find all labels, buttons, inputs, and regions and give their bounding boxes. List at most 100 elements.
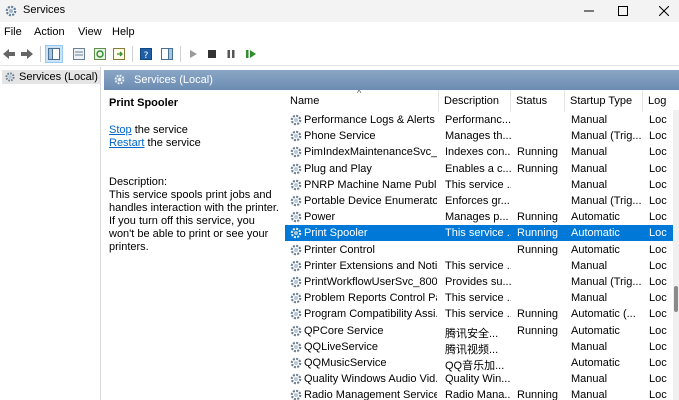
service-status: Running xyxy=(517,243,558,256)
service-description: This service ... xyxy=(445,259,511,272)
service-gear-icon xyxy=(290,163,302,174)
service-gear-icon xyxy=(290,195,302,207)
service-name: Radio Management Service xyxy=(304,389,437,400)
stop-service-button[interactable] xyxy=(203,45,221,63)
stop-service-link[interactable]: Stop xyxy=(109,124,132,136)
menu-action[interactable]: Action xyxy=(34,26,65,38)
service-description: Enables a c... xyxy=(445,162,511,175)
table-row[interactable]: Radio Management Service Radio Mana... Run… xyxy=(285,387,679,400)
close-button[interactable] xyxy=(641,0,679,22)
play-icon xyxy=(190,50,197,58)
table-row[interactable]: Portable Device Enumerator... Enforces gr… xyxy=(285,193,679,209)
restart-service-link[interactable]: Restart xyxy=(109,137,144,149)
table-row[interactable]: PimIndexMaintenanceSvc_... Indexes con...… xyxy=(285,144,679,160)
service-name: Printer Extensions and Notif... xyxy=(304,259,437,272)
help-button[interactable]: ? xyxy=(137,45,155,63)
restart-line: Restart the service xyxy=(109,137,201,149)
service-description: This service ... xyxy=(445,308,511,321)
action-pane-icon xyxy=(161,48,173,60)
refresh-button[interactable] xyxy=(91,45,109,63)
service-description: Performanc... xyxy=(445,114,511,126)
service-startup-type: Manual xyxy=(571,340,608,353)
toolbar-separator xyxy=(40,46,41,62)
properties-icon xyxy=(73,48,85,60)
maximize-button[interactable] xyxy=(600,0,646,22)
table-row[interactable]: PrintWorkflowUserSvc_8003d Provides su...… xyxy=(285,274,679,290)
back-button[interactable] xyxy=(0,45,18,63)
description-text: This service spools print jobs and handl… xyxy=(109,189,279,253)
column-header-log-on-as[interactable]: Log xyxy=(643,90,679,112)
table-row[interactable]: Problem Reports Control Pa... This servic… xyxy=(285,290,679,306)
service-name: QQMusicService xyxy=(304,357,387,369)
start-service-button[interactable] xyxy=(184,45,202,63)
service-startup-type: Manual xyxy=(571,146,608,159)
vertical-scrollbar[interactable] xyxy=(673,110,679,400)
service-name: Phone Service xyxy=(304,130,376,143)
menu-bar: File Action View Help xyxy=(0,24,679,42)
service-startup-type: Manual xyxy=(571,292,608,305)
table-row[interactable]: Program Compatibility Assi... This servic… xyxy=(285,306,679,322)
restart-service-button[interactable] xyxy=(242,45,260,63)
table-row[interactable]: Print Spooler This service ... Running Auto… xyxy=(285,225,679,242)
forward-button[interactable] xyxy=(18,45,36,63)
menu-file[interactable]: File xyxy=(4,26,22,38)
table-row[interactable]: PNRP Machine Name Publi... This service .… xyxy=(285,177,679,193)
service-startup-type: Manual xyxy=(571,389,608,400)
export-list-button[interactable] xyxy=(110,45,128,63)
pause-icon xyxy=(227,50,235,58)
service-startup-type: Automatic xyxy=(571,324,620,337)
service-startup-type: Manual xyxy=(571,178,608,191)
stop-line: Stop the service xyxy=(109,124,188,136)
pause-service-button[interactable] xyxy=(222,45,240,63)
table-row[interactable]: QQMusicService QQ音乐加... Automatic Loc xyxy=(285,355,679,372)
table-row[interactable]: QPCore Service 腾讯安全... Running Automatic Loc xyxy=(285,323,679,340)
service-status: Running xyxy=(517,389,558,400)
service-description: This service ... xyxy=(445,227,511,240)
description-label: Description: xyxy=(109,176,168,188)
column-header-description[interactable]: Description xyxy=(439,90,511,112)
service-status: Running xyxy=(517,227,558,240)
service-gear-icon xyxy=(290,244,302,255)
service-startup-type: Automatic xyxy=(571,357,620,369)
service-name: Portable Device Enumerator... xyxy=(304,195,437,207)
close-icon xyxy=(659,6,669,16)
service-startup-type: Manual (Trig... xyxy=(571,195,642,207)
service-name: PNRP Machine Name Publi... xyxy=(304,178,437,191)
restart-icon xyxy=(246,50,256,58)
table-row[interactable]: Performance Logs & Alerts Performanc... Ma… xyxy=(285,112,679,128)
refresh-icon xyxy=(94,48,106,60)
service-startup-type: Automatic xyxy=(571,227,620,240)
table-row[interactable]: Quality Windows Audio Vid... Quality Win.… xyxy=(285,371,679,387)
console-tree: Services (Local) xyxy=(0,67,101,400)
properties-button[interactable] xyxy=(70,45,88,63)
service-startup-type: Automatic xyxy=(571,211,620,224)
table-row[interactable]: Plug and Play Enables a c... Running Manual… xyxy=(285,161,679,177)
tree-item-services-local[interactable]: Services (Local) xyxy=(2,70,100,84)
table-row[interactable]: QQLiveService 腾讯视频... Manual Loc xyxy=(285,339,679,356)
service-description: Manages p... xyxy=(445,211,509,224)
toolbar-separator xyxy=(180,46,181,62)
column-header-status[interactable]: Status xyxy=(511,90,565,112)
service-startup-type: Manual (Trig... xyxy=(571,130,642,143)
scrollbar-thumb[interactable] xyxy=(674,286,678,312)
pane-header: Services (Local) xyxy=(104,70,679,90)
forward-arrow-icon xyxy=(21,49,33,59)
menu-view[interactable]: View xyxy=(78,26,102,38)
service-name: Quality Windows Audio Vid... xyxy=(304,373,437,386)
console-tree-button[interactable] xyxy=(45,45,63,63)
table-row[interactable]: Printer Control Running Automatic Loc xyxy=(285,242,679,258)
service-gear-icon xyxy=(290,228,302,239)
table-row[interactable]: Power Manages p... Running Automatic Loc xyxy=(285,209,679,225)
service-description: This service ... xyxy=(445,178,511,191)
minimize-icon xyxy=(584,10,594,12)
table-row[interactable]: Printer Extensions and Notif... This serv… xyxy=(285,258,679,274)
column-header-name[interactable]: ^ Name xyxy=(285,90,439,112)
service-name: Printer Control xyxy=(304,243,375,256)
services-gear-icon xyxy=(5,5,17,17)
menu-help[interactable]: Help xyxy=(112,26,135,38)
service-name: Print Spooler xyxy=(304,227,368,240)
show-hide-action-pane-button[interactable] xyxy=(158,45,176,63)
column-header-startup-type[interactable]: Startup Type xyxy=(565,90,643,112)
table-row[interactable]: Phone Service Manages th... Manual (Trig..… xyxy=(285,128,679,144)
service-status: Running xyxy=(517,324,558,337)
